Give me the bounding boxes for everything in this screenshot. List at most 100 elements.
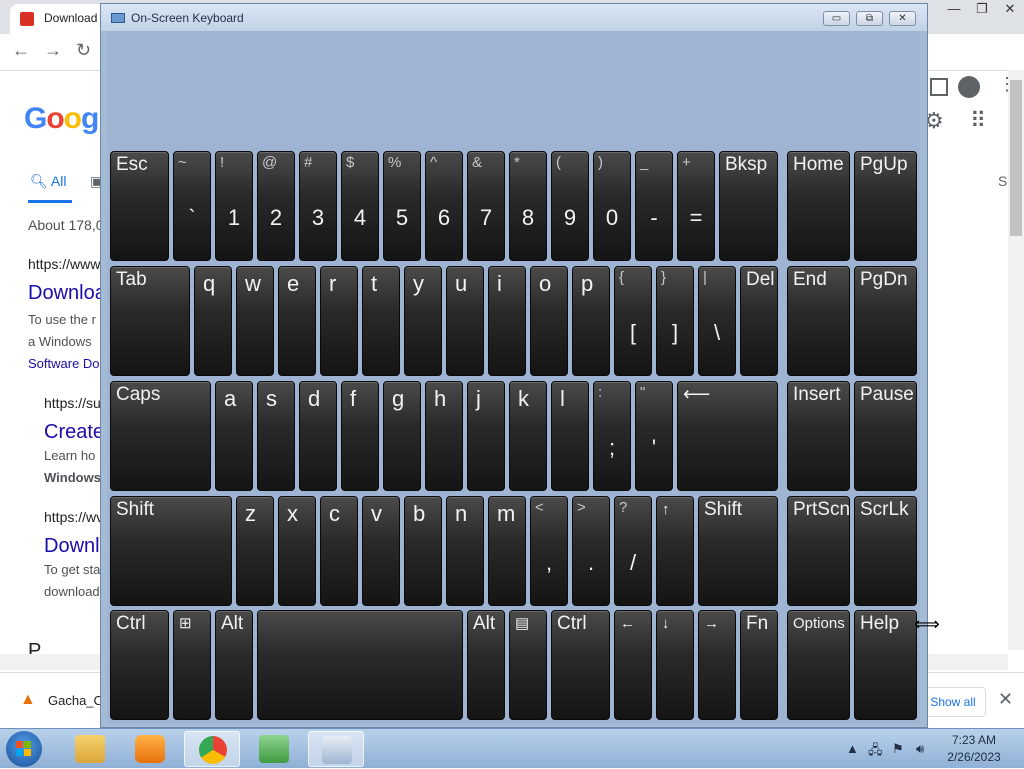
tools-tab-partial[interactable]: S [998,173,1007,189]
key-pause[interactable]: Pause [854,381,917,491]
apps-grid-icon[interactable]: ⠿ [970,108,986,134]
key-tab[interactable]: Tab [110,266,190,376]
show-all-button[interactable]: Show all [920,687,986,717]
osk-close-button[interactable]: ✕ [889,11,916,26]
key-n[interactable]: n [446,496,484,606]
side-panel-icon[interactable] [930,78,948,96]
account-icon[interactable] [958,76,980,98]
key-o[interactable]: o [530,266,568,376]
back-icon[interactable]: ← [12,40,30,61]
result-title[interactable]: Downloa [28,282,106,305]
taskbar-explorer[interactable] [62,731,118,767]
minimize-icon[interactable]: — [940,1,968,19]
key-home[interactable]: Home [787,151,850,261]
key-slash[interactable]: ? / [614,496,652,606]
key-scrlk[interactable]: ScrLk [854,496,917,606]
close-icon[interactable]: ✕ [996,1,1024,19]
osk-titlebar[interactable]: On-Screen Keyboard ▭ ⧉ ✕ [101,4,927,31]
osk-restore-button[interactable]: ⧉ [856,11,883,26]
result-url[interactable]: https://wv [44,509,103,525]
key-7[interactable]: & 7 [467,151,505,261]
key-u[interactable]: u [446,266,484,376]
key-1[interactable]: ! 1 [215,151,253,261]
result-url[interactable]: https://www [28,256,100,272]
key-2[interactable]: @2 [257,151,295,261]
result-sublink[interactable]: Software Do [28,356,100,371]
start-button[interactable] [6,731,42,767]
key-5[interactable]: % 5 [383,151,421,261]
network-icon[interactable]: 🖧 [868,741,883,763]
key-a[interactable]: a [215,381,253,491]
tab-all[interactable]: 🔍︎ All [30,173,66,190]
volume-icon[interactable]: 🔊︎ [916,741,924,757]
key-q[interactable]: q [194,266,232,376]
taskbar-media-player[interactable] [122,731,178,767]
scrollbar-thumb[interactable] [1010,80,1022,236]
key-8[interactable]: * 8 [509,151,547,261]
key-minus[interactable]: _ - [635,151,673,261]
key-backslash[interactable]: | \ [698,266,736,376]
key-g[interactable]: g [383,381,421,491]
key-space[interactable] [257,610,463,720]
vertical-scrollbar[interactable] [1008,70,1024,650]
key-equals[interactable]: + = [677,151,715,261]
key-help[interactable]: Help [854,610,917,720]
key-right-arrow[interactable]: → [698,610,736,720]
key-comma[interactable]: <, [530,496,568,606]
key-i[interactable]: i [488,266,526,376]
key-z[interactable]: z [236,496,274,606]
key-t[interactable]: t [362,266,400,376]
clock-time[interactable]: 7:23 AM [950,733,998,747]
download-file-name[interactable]: Gacha_Cl [48,693,106,708]
action-center-flag-icon[interactable]: ⚑ [892,741,904,757]
key-fn[interactable]: Fn [740,610,778,720]
result-title[interactable]: Downl [44,535,100,558]
key-p[interactable]: p [572,266,610,376]
key-4[interactable]: $4 [341,151,379,261]
key-x[interactable]: x [278,496,316,606]
key-r[interactable]: r [320,266,358,376]
key-c[interactable]: c [320,496,358,606]
taskbar-chrome[interactable] [184,731,240,767]
key-semicolon[interactable]: :; [593,381,631,491]
result-title[interactable]: Create [44,421,104,444]
key-period[interactable]: >. [572,496,610,606]
osk-minimize-button[interactable]: ▭ [823,11,850,26]
key-9[interactable]: (9 [551,151,589,261]
key-caps[interactable]: Caps [110,381,211,491]
restore-icon[interactable]: ❐ [968,1,996,19]
key-backspace[interactable]: Bksp [719,151,778,261]
key-pgup[interactable]: PgUp [854,151,917,261]
key-j[interactable]: j [467,381,505,491]
key-enter[interactable]: ⟵ [677,381,778,491]
key-down-arrow[interactable]: ↓ [656,610,694,720]
taskbar-osk[interactable] [308,731,364,767]
tray-expand-icon[interactable]: ▲ [846,741,859,756]
key-left-arrow[interactable]: ← [614,610,652,720]
key-w[interactable]: w [236,266,274,376]
key-6[interactable]: ^ 6 [425,151,463,261]
key-esc[interactable]: Esc [110,151,169,261]
key-l[interactable]: l [551,381,589,491]
key-insert[interactable]: Insert [787,381,850,491]
key-open-bracket[interactable]: {[ [614,266,652,376]
key-ctrl-left[interactable]: Ctrl [110,610,169,720]
key-quote[interactable]: " ' [635,381,673,491]
key-alt-left[interactable]: Alt [215,610,253,720]
key-y[interactable]: y [404,266,442,376]
key-b[interactable]: b [404,496,442,606]
key-alt-right[interactable]: Alt [467,610,505,720]
key-s[interactable]: s [257,381,295,491]
taskbar-csharp[interactable] [246,731,302,767]
key-f[interactable]: f [341,381,379,491]
google-logo[interactable]: Googl [24,102,107,136]
key-m[interactable]: m [488,496,526,606]
clock-date[interactable]: 2/26/2023 [944,750,1004,764]
result-url[interactable]: https://su [44,395,101,411]
key-menu[interactable]: ▤ [509,610,547,720]
key-del[interactable]: Del [740,266,778,376]
key-shift-left[interactable]: Shift [110,496,232,606]
key-k[interactable]: k [509,381,547,491]
key-e[interactable]: e [278,266,316,376]
key-windows[interactable]: ⊞ [173,610,211,720]
